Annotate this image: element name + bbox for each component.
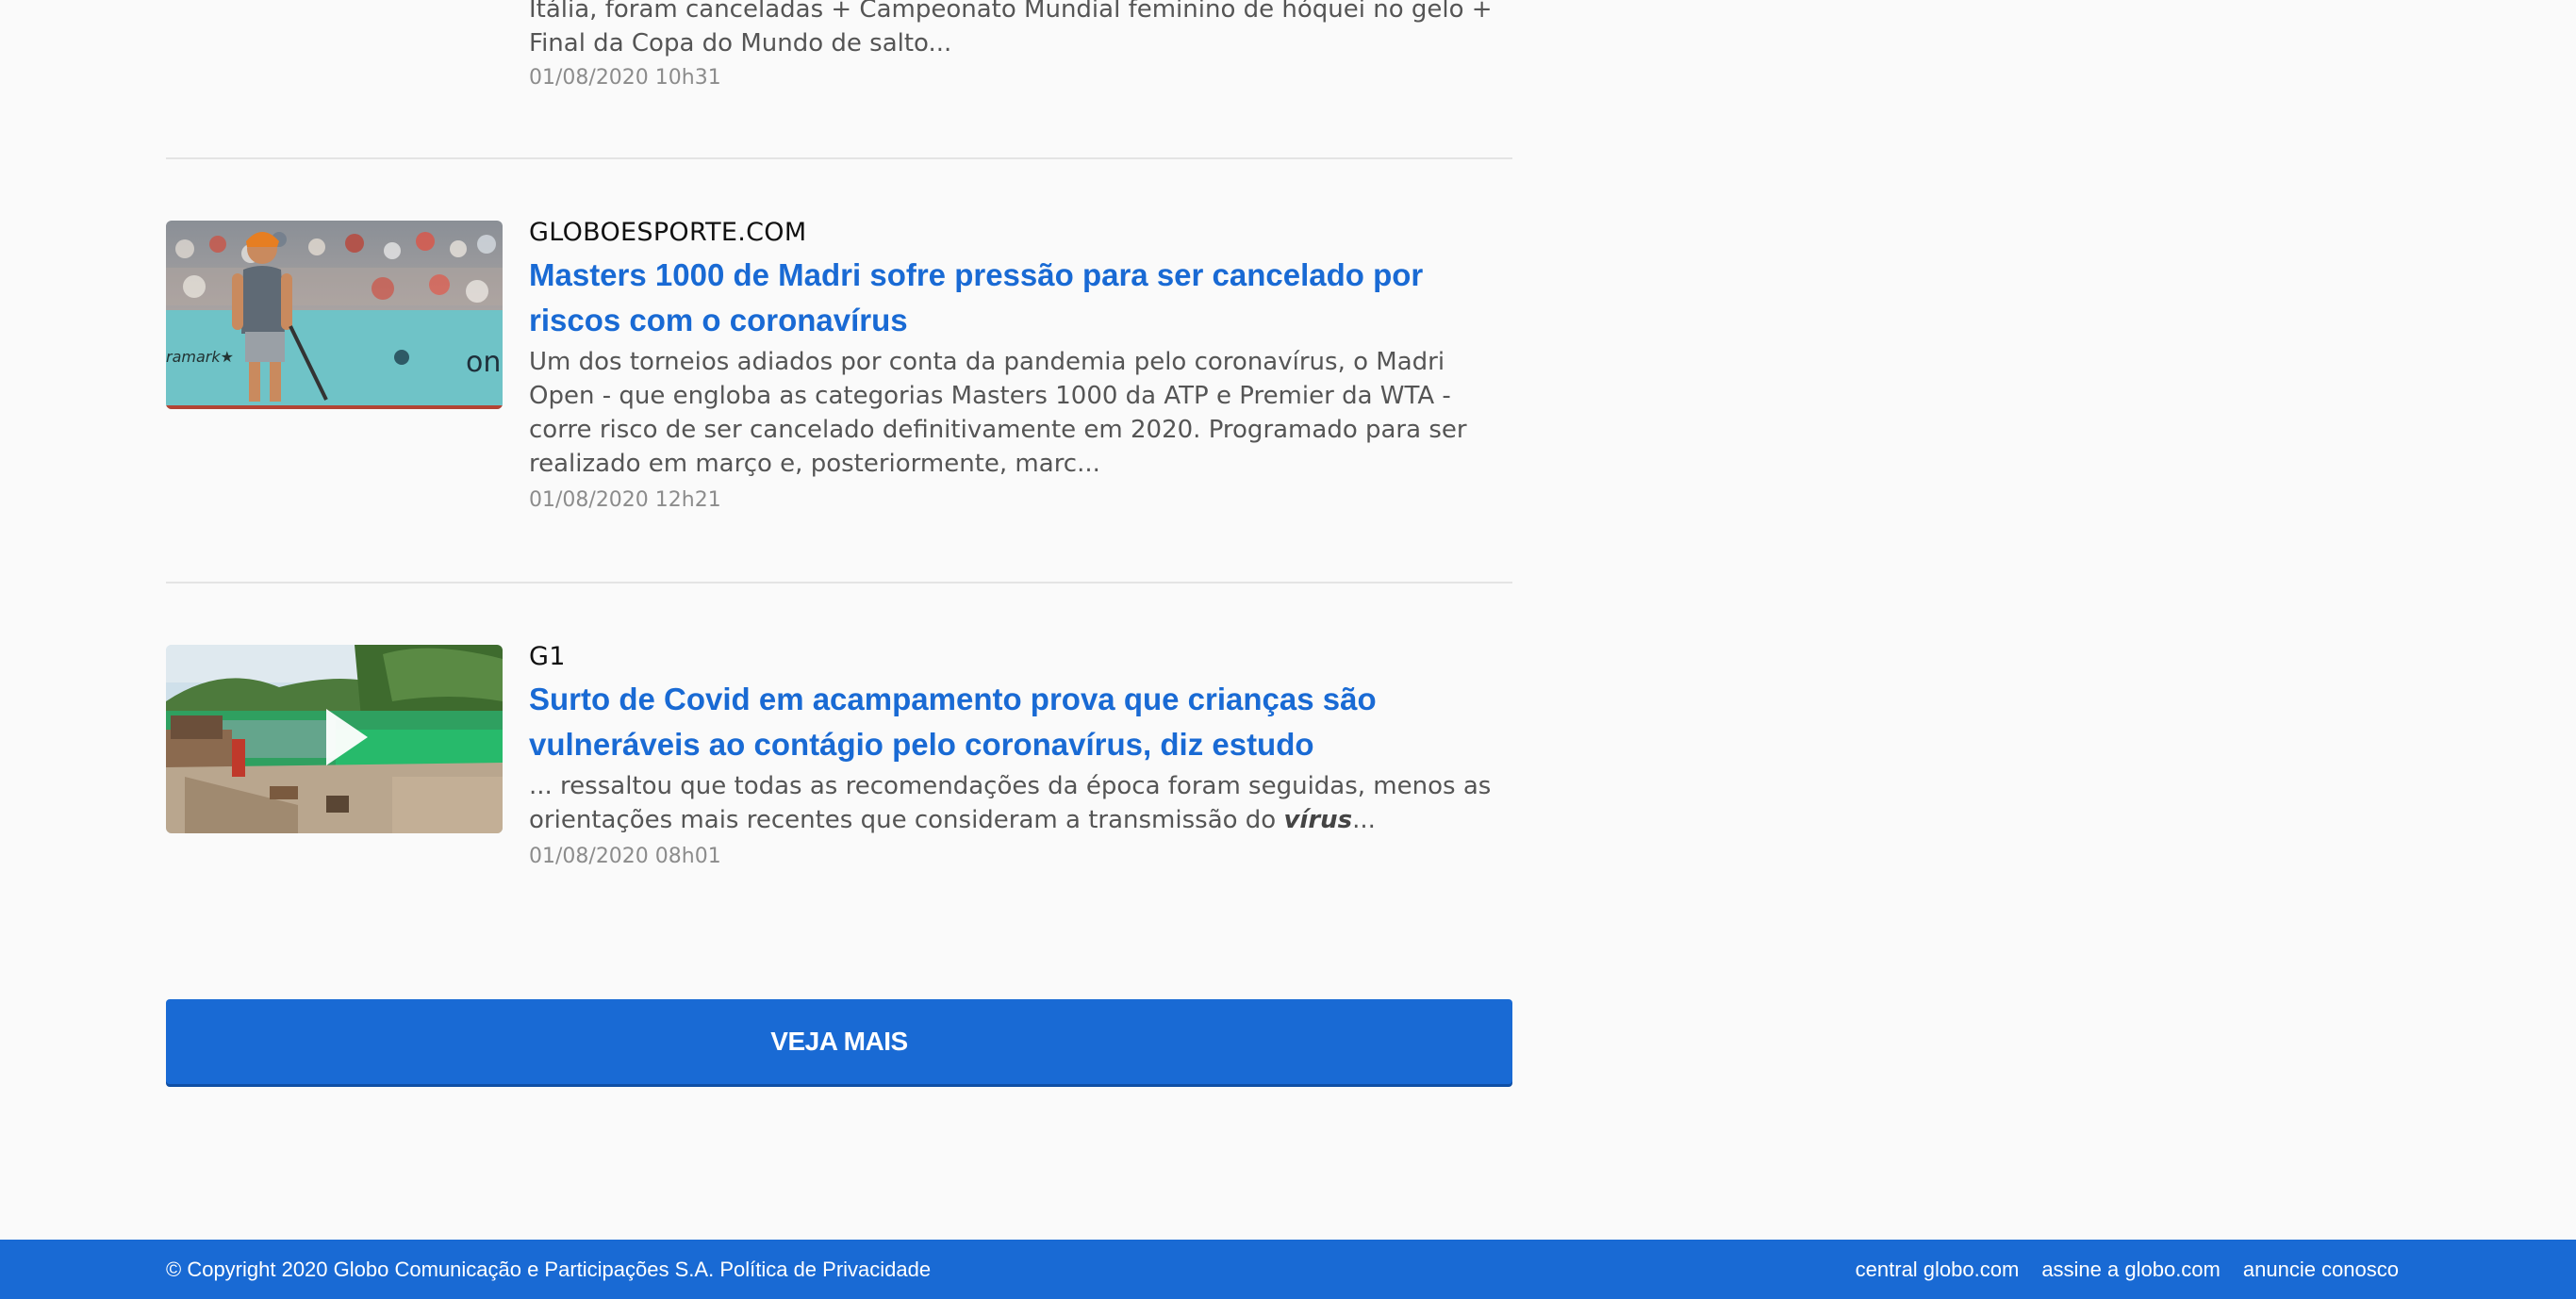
privacy-policy-link[interactable]: Política de Privacidade (719, 1258, 931, 1281)
result-divider (166, 157, 1512, 159)
result-source: GLOBOESPORTE.COM (529, 218, 807, 247)
result-title-link[interactable]: Masters 1000 de Madri sofre pressão para… (529, 253, 1512, 343)
footer-links: central globo.com assine a globo.com anu… (1856, 1240, 2399, 1299)
see-more-button[interactable]: VEJA MAIS (166, 999, 1512, 1084)
result-source: G1 (529, 642, 566, 671)
result-snippet: ... ressaltou que todas as recomendações… (529, 769, 1512, 837)
copyright-text: © Copyright 2020 Globo Comunicação e Par… (166, 1258, 715, 1281)
result-text: G1 Surto de Covid em acampamento prova q… (529, 641, 1512, 871)
result-snippet: Um dos torneios adiados por conta da pan… (529, 348, 1467, 478)
search-results-page: Itália, foram canceladas + Campeonato Mu… (0, 0, 2576, 1299)
result-date: 01/08/2020 10h31 (529, 66, 721, 90)
result-date: 01/08/2020 08h01 (529, 845, 721, 868)
footer-link-subscribe[interactable]: assine a globo.com (2041, 1240, 2221, 1299)
tennis-player-photo-icon: ramark★ on (166, 221, 503, 409)
svg-text:on: on (466, 346, 501, 379)
result-text: Itália, foram canceladas + Campeonato Mu… (529, 0, 1512, 92)
result-text: GLOBOESPORTE.COM Masters 1000 de Madri s… (529, 217, 1512, 515)
snippet-highlight: vírus (1283, 806, 1353, 834)
result-date: 01/08/2020 12h21 (529, 488, 721, 512)
result-snippet: Itália, foram canceladas + Campeonato Mu… (529, 0, 1493, 58)
footer: © Copyright 2020 Globo Comunicação e Par… (0, 1240, 2576, 1299)
play-icon[interactable] (326, 709, 368, 765)
footer-link-advertise[interactable]: anuncie conosco (2243, 1240, 2399, 1299)
result-divider (166, 582, 1512, 584)
result-title-link[interactable]: Surto de Covid em acampamento prova que … (529, 677, 1512, 767)
svg-text:ramark★: ramark★ (166, 348, 234, 366)
result-thumbnail[interactable] (166, 645, 503, 833)
footer-copyright: © Copyright 2020 Globo Comunicação e Par… (166, 1240, 931, 1299)
footer-link-central[interactable]: central globo.com (1856, 1240, 2020, 1299)
result-thumbnail[interactable]: ramark★ on (166, 221, 503, 409)
snippet-ellipsis: ... (1352, 806, 1376, 834)
